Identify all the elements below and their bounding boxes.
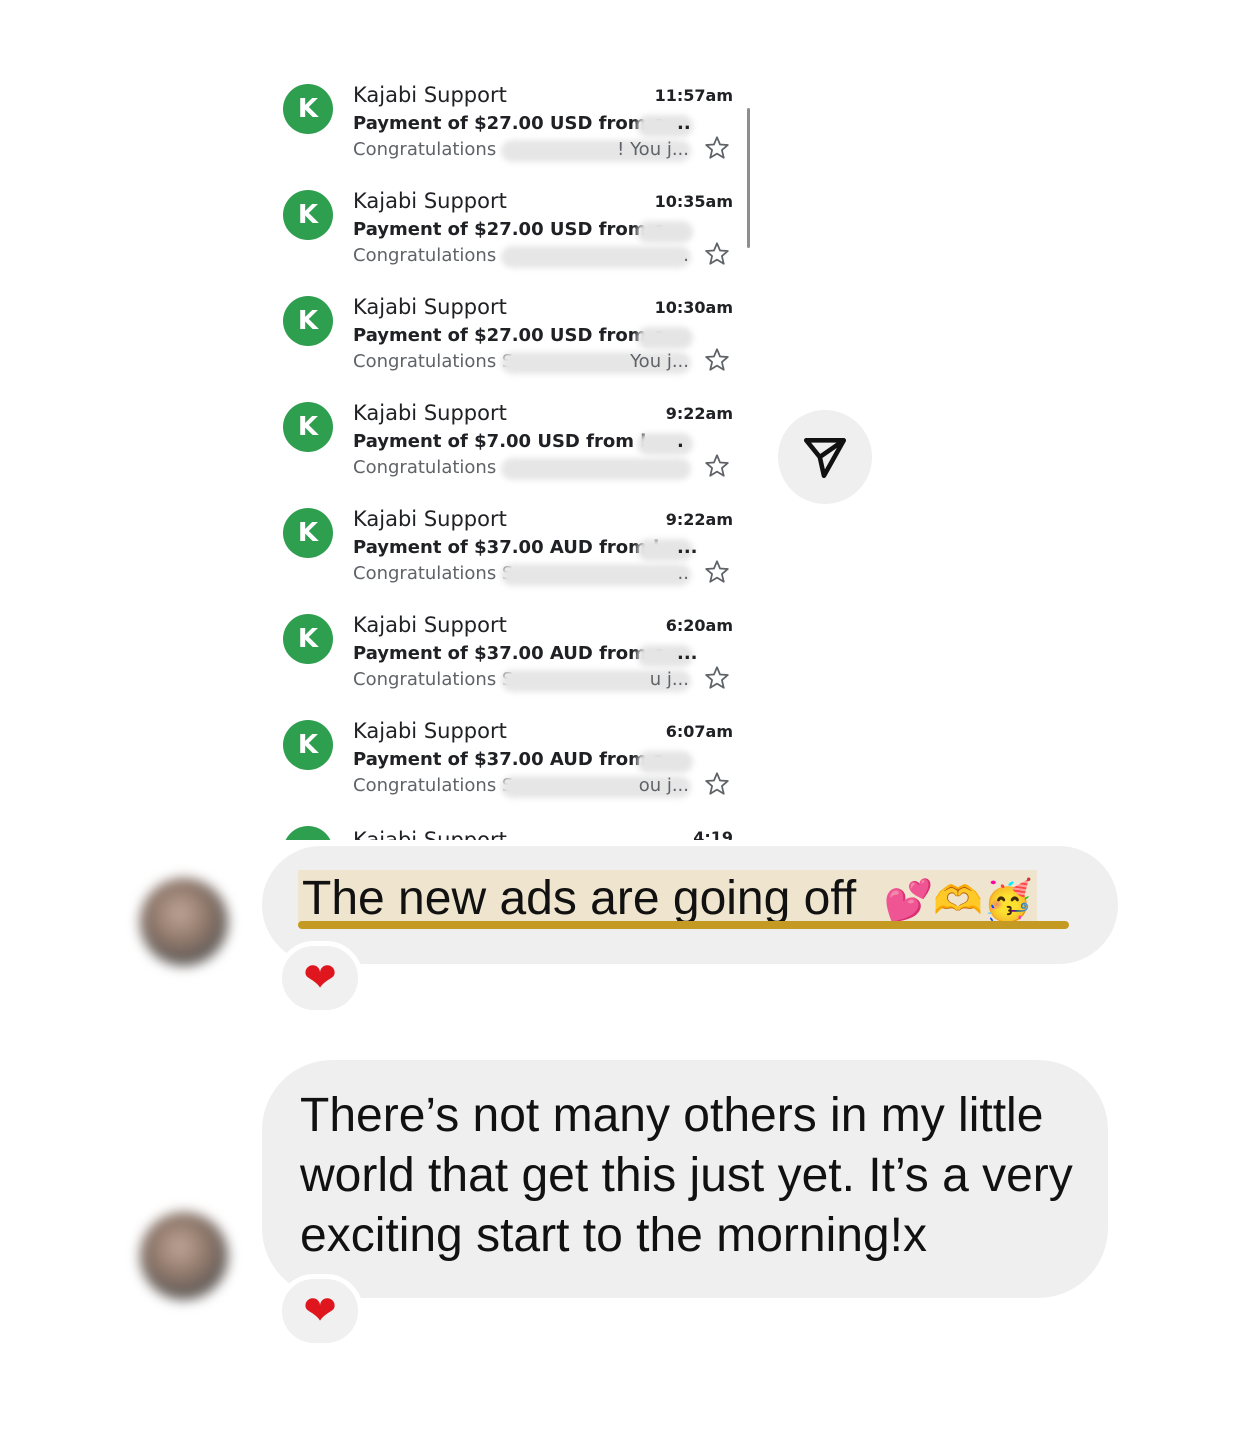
email-time: 6:20am [665,616,733,635]
email-snippet-end: u j... [649,669,689,690]
scrollbar[interactable] [747,108,750,248]
email-snippet: Congratulations S [353,669,514,690]
email-time: 4:19 [693,828,733,840]
email-snippet: Congratulations S [353,351,514,372]
sender-avatar: K [283,508,333,558]
redacted-blur [637,327,693,349]
star-outline-icon[interactable] [703,770,731,798]
email-subject-tail: ... [677,643,698,664]
email-time: 9:22am [665,404,733,423]
email-subject-text: Payment of $27.00 USD from e [353,113,665,134]
redacted-blur [501,246,691,268]
email-row[interactable]: K Kajabi Support 9:22am Payment of $7.00 US… [265,378,745,484]
email-subject: Payment of $37.00 AUD from s [353,749,664,770]
message-text-content: The new ads are going off [302,872,857,925]
star-outline-icon[interactable] [703,452,731,480]
email-snippet: Congratulations [353,139,497,160]
sender-avatar: K [283,190,333,240]
email-row[interactable]: K Kajabi Support 6:07am Payment of $37.00 A… [265,696,745,802]
email-subject-text: Payment of $7.00 USD from l [353,431,647,452]
heart-reaction[interactable]: ❤ [277,1274,363,1348]
message-emojis: 💕🫶🥳 [883,878,1033,924]
email-subject-tail: ... [677,537,698,558]
star-outline-icon[interactable] [703,240,731,268]
email-subject: Payment of $27.00 USD from e [353,325,665,346]
email-row-partial: K Kajabi Support 4:19 [265,818,745,840]
email-row[interactable]: K Kajabi Support 11:57am Payment of $27.00 … [265,60,745,166]
red-heart-icon: ❤ [303,955,337,1001]
message-text: There’s not many others in my little wor… [300,1089,1073,1262]
email-snippet-end: .. [677,563,689,584]
sender-avatar: K [283,84,333,134]
email-sender: Kajabi Support [353,613,507,637]
email-time: 11:57am [654,86,733,105]
email-subject-text: Payment of $27.00 USD from c [353,219,664,240]
share-button[interactable] [778,410,872,504]
send-arrow-icon [803,438,847,479]
email-time: 9:22am [665,510,733,529]
email-snippet: Congratulations [353,457,497,478]
sender-avatar-blurred[interactable] [140,1212,228,1300]
email-time: 6:07am [665,722,733,741]
star-outline-icon[interactable] [703,664,731,692]
email-snippet: Congratulations [353,245,497,266]
redacted-blur [501,564,691,586]
email-snippet-end: ou j... [638,775,689,796]
message-text: The new ads are going off 💕🫶🥳 [298,870,1037,926]
star-outline-icon[interactable] [703,346,731,374]
email-snippet: Congratulations S [353,563,514,584]
sender-avatar: K [283,296,333,346]
email-time: 10:35am [654,192,733,211]
sender-avatar: K [283,614,333,664]
email-subject: Payment of $27.00 USD from e [353,113,665,134]
redacted-blur [637,221,693,243]
red-heart-icon: ❤ [303,1288,337,1334]
sender-avatar-blurred[interactable] [140,878,228,966]
email-sender: Kajabi Support [353,828,507,840]
highlight-underline [298,921,1069,929]
email-sender: Kajabi Support [353,507,507,531]
email-sender: Kajabi Support [353,719,507,743]
sender-avatar: K [283,720,333,770]
email-sender: Kajabi Support [353,401,507,425]
email-subject-text: Payment of $27.00 USD from e [353,325,665,346]
email-snippet-end: ! You j... [617,139,689,160]
email-snippet-end: . [683,245,689,266]
email-row[interactable]: K Kajabi Support 10:35am Payment of $27.00 … [265,166,745,272]
email-subject: Payment of $27.00 USD from c [353,219,663,240]
email-sender: Kajabi Support [353,295,507,319]
email-subject-tail: . [677,431,684,452]
email-subject: Payment of $7.00 USD from l [353,431,646,452]
email-row[interactable]: K Kajabi Support 9:22am Payment of $37.00 A… [265,484,745,590]
star-outline-icon[interactable] [703,558,731,586]
heart-reaction[interactable]: ❤ [277,941,363,1015]
star-outline-icon[interactable] [703,134,731,162]
email-time: 10:30am [654,298,733,317]
email-subject: Payment of $37.00 AUD from l [353,537,659,558]
email-subject-text: Payment of $37.00 AUD from c [353,643,664,664]
sender-avatar: K [283,826,333,840]
email-sender: Kajabi Support [353,189,507,213]
email-snippet-end: You j... [630,351,689,372]
sender-avatar: K [283,402,333,452]
email-row[interactable]: K Kajabi Support 10:30am Payment of $27.00 … [265,272,745,378]
redacted-blur [501,458,691,480]
email-subject-tail: .. [677,113,691,134]
redacted-blur [637,433,693,455]
email-subject-text: Payment of $37.00 AUD from s [353,749,664,770]
email-row[interactable]: K Kajabi Support 6:20am Payment of $37.00 A… [265,590,745,696]
email-subject-text: Payment of $37.00 AUD from l [353,537,660,558]
redacted-blur [637,751,693,773]
email-subject: Payment of $37.00 AUD from c [353,643,664,664]
shared-email-screenshot[interactable]: K Kajabi Support 11:57am Payment of $27.00 … [265,60,760,840]
email-sender: Kajabi Support [353,83,507,107]
email-snippet: Congratulations S [353,775,514,796]
